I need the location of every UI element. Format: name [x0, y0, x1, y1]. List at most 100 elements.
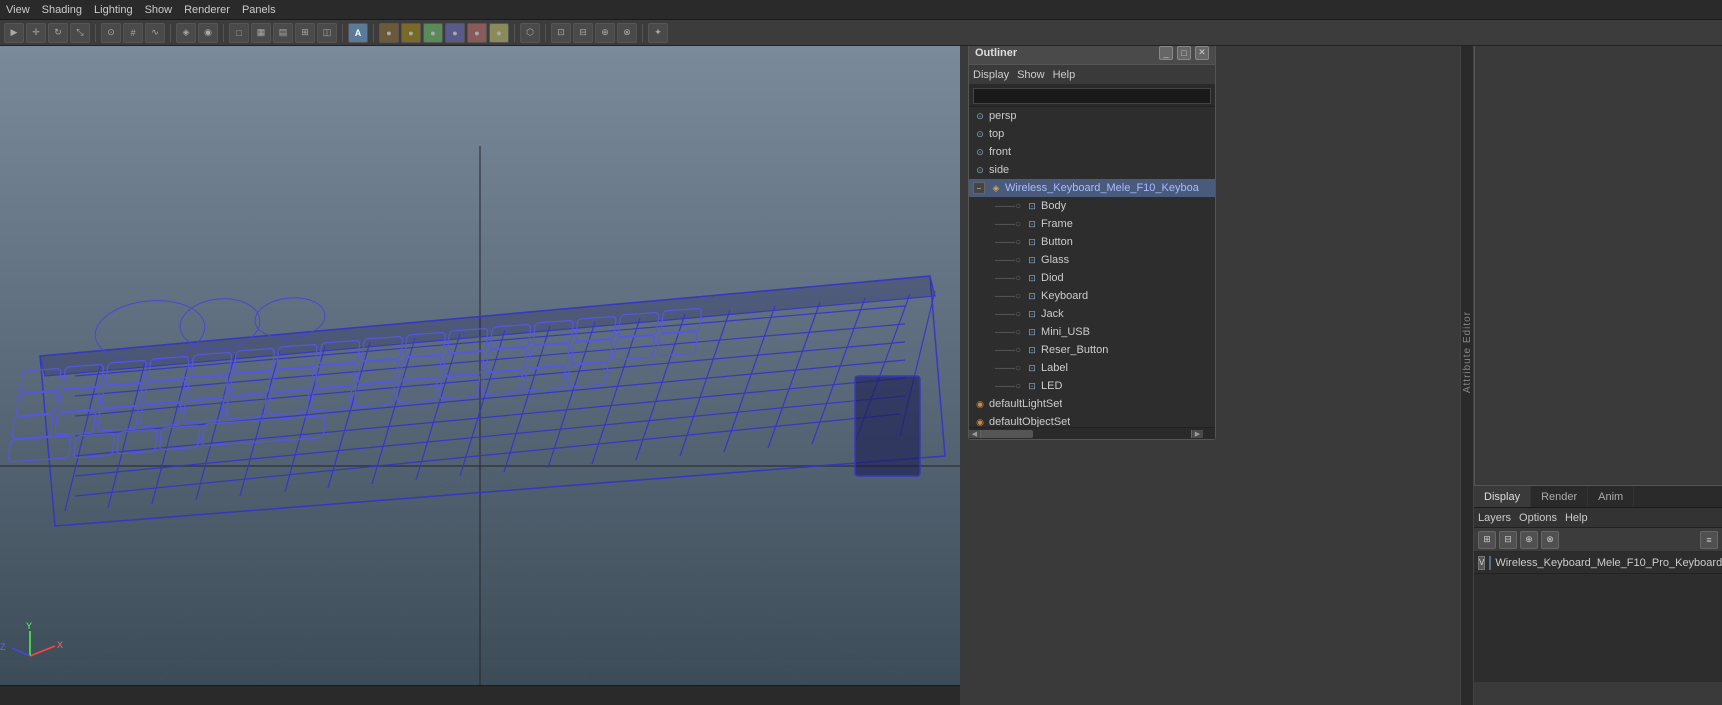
outliner-item[interactable]: ——○⊡Diod	[969, 269, 1215, 287]
toolbar-btn-extra[interactable]: ✦	[648, 23, 668, 43]
layer-toolbar-btn-2[interactable]: ⊟	[1499, 531, 1517, 549]
outliner-item[interactable]: ——○⊡Reser_Button	[969, 341, 1215, 359]
viewport[interactable]: X Y Z	[0, 46, 960, 705]
toolbar-btn-obj[interactable]: ⬡	[520, 23, 540, 43]
toolbar-btn-grid[interactable]: #	[123, 23, 143, 43]
item-label: Body	[1041, 200, 1066, 212]
toolbar-btn-light2[interactable]: ●	[401, 23, 421, 43]
outliner-item[interactable]: ——○⊡Glass	[969, 251, 1215, 269]
layer-editor-toolbar: ⊞ ⊟ ⊕ ⊗ ≡	[1474, 528, 1722, 552]
outliner-content[interactable]: ⊙persp⊙top⊙front⊙side−◈Wireless_Keyboard…	[969, 107, 1215, 427]
toolbar-btn-light3[interactable]: ●	[423, 23, 443, 43]
toolbar-btn-snap[interactable]: ⊙	[101, 23, 121, 43]
layer-list[interactable]: VWireless_Keyboard_Mele_F10_Pro_Keyboard…	[1474, 552, 1722, 682]
outliner-item[interactable]: ——○⊡Keyboard	[969, 287, 1215, 305]
toolbar-btn-ui3[interactable]: ▤	[273, 23, 293, 43]
toolbar-sep-2	[170, 24, 171, 42]
toolbar-btn-light6[interactable]: ●	[489, 23, 509, 43]
menu-show[interactable]: Show	[145, 4, 173, 16]
layer-visibility[interactable]	[1489, 556, 1491, 570]
item-label: Frame	[1041, 218, 1073, 230]
menu-renderer[interactable]: Renderer	[184, 4, 230, 16]
outliner-item[interactable]: −◈Wireless_Keyboard_Mele_F10_Keyboa	[969, 179, 1215, 197]
outliner-close-btn[interactable]: ✕	[1195, 46, 1209, 60]
outliner-item[interactable]: ⊙front	[969, 143, 1215, 161]
right-panel: Channel Box / Layer Editor _ □ Channels …	[1474, 0, 1722, 705]
toolbar-btn-light5[interactable]: ●	[467, 23, 487, 43]
item-label: LED	[1041, 380, 1062, 392]
outliner-item[interactable]: ⊙top	[969, 125, 1215, 143]
toolbar-btn-scale[interactable]: ⤡	[70, 23, 90, 43]
layer-editor-tabs: Display Render Anim	[1474, 486, 1722, 508]
menu-view[interactable]: View	[6, 4, 30, 16]
outliner-item[interactable]: ——○⊡Label	[969, 359, 1215, 377]
layer-item[interactable]: VWireless_Keyboard_Mele_F10_Pro_Keyboard…	[1474, 552, 1722, 574]
toolbar-btn-light1[interactable]: ●	[379, 23, 399, 43]
mesh-icon: ⊡	[1025, 253, 1039, 267]
outliner-item[interactable]: ⊙persp	[969, 107, 1215, 125]
layer-toolbar-btn-1[interactable]: ⊞	[1478, 531, 1496, 549]
item-label: defaultLightSet	[989, 398, 1062, 410]
item-label: front	[989, 146, 1011, 158]
outliner-item[interactable]: ——○⊡Body	[969, 197, 1215, 215]
toolbar-btn-cam4[interactable]: ⊗	[617, 23, 637, 43]
toolbar-btn-move[interactable]: ✛	[26, 23, 46, 43]
toolbar-btn-ui4[interactable]: ⊞	[295, 23, 315, 43]
menu-shading[interactable]: Shading	[42, 4, 82, 16]
outliner-item[interactable]: ——○⊡LED	[969, 377, 1215, 395]
toolbar-btn-rotate[interactable]: ↻	[48, 23, 68, 43]
toolbar-btn-ipr[interactable]: ◉	[198, 23, 218, 43]
outliner-menu-help[interactable]: Help	[1053, 69, 1076, 81]
outliner-search-input[interactable]	[973, 88, 1211, 104]
toolbar-btn-cam[interactable]: ⊡	[551, 23, 571, 43]
layer-menu-help[interactable]: Help	[1565, 512, 1588, 524]
connector: ——○	[995, 255, 1021, 266]
item-label: Reser_Button	[1041, 344, 1108, 356]
layer-menu-options[interactable]: Options	[1519, 512, 1557, 524]
layer-editor-menubar: Layers Options Help	[1474, 508, 1722, 528]
connector: ——○	[995, 273, 1021, 284]
layer-checkbox[interactable]: V	[1478, 556, 1485, 570]
toolbar-btn-light4[interactable]: ●	[445, 23, 465, 43]
outliner-menu-show[interactable]: Show	[1017, 69, 1045, 81]
toolbar-btn-curve[interactable]: ∿	[145, 23, 165, 43]
outliner-item[interactable]: ——○⊡Button	[969, 233, 1215, 251]
layer-menu-layers[interactable]: Layers	[1478, 512, 1511, 524]
layer-toolbar-btn-5[interactable]: ≡	[1700, 531, 1718, 549]
toolbar-btn-cam3[interactable]: ⊕	[595, 23, 615, 43]
outliner-item[interactable]: ——○⊡Jack	[969, 305, 1215, 323]
layer-toolbar-btn-4[interactable]: ⊗	[1541, 531, 1559, 549]
outliner-item[interactable]: ——○⊡Frame	[969, 215, 1215, 233]
outliner-item[interactable]: ——○⊡Mini_USB	[969, 323, 1215, 341]
attribute-editor-tab[interactable]: Attribute Editor	[1460, 0, 1474, 705]
outliner-maximize-btn[interactable]: □	[1177, 46, 1191, 60]
status-bar	[0, 685, 960, 705]
toolbar-btn-ui2[interactable]: ▦	[251, 23, 271, 43]
outliner-title: Outliner	[975, 47, 1017, 59]
toolbar-btn-cam2[interactable]: ⊟	[573, 23, 593, 43]
layer-tab-anim[interactable]: Anim	[1588, 486, 1634, 507]
outliner-minimize-btn[interactable]: _	[1159, 46, 1173, 60]
outliner-scrollbar-h[interactable]: ▶ ◀	[969, 427, 1215, 439]
mesh-icon: ⊡	[1025, 307, 1039, 321]
connector: ——○	[995, 237, 1021, 248]
menu-lighting[interactable]: Lighting	[94, 4, 133, 16]
toolbar-btn-render[interactable]: ◈	[176, 23, 196, 43]
outliner-item[interactable]: ⊙side	[969, 161, 1215, 179]
outliner-menu-display[interactable]: Display	[973, 69, 1009, 81]
outliner-item[interactable]: ◉defaultLightSet	[969, 395, 1215, 413]
outliner-item[interactable]: ◉defaultObjectSet	[969, 413, 1215, 427]
camera-icon: ⊙	[973, 163, 987, 177]
expand-icon[interactable]: −	[973, 182, 985, 194]
layer-tab-render[interactable]: Render	[1531, 486, 1588, 507]
toolbar-btn-ui5[interactable]: ◫	[317, 23, 337, 43]
layer-toolbar-btn-3[interactable]: ⊕	[1520, 531, 1538, 549]
item-label: Keyboard	[1041, 290, 1088, 302]
group-icon: ◈	[989, 181, 1003, 195]
toolbar-sep-6	[514, 24, 515, 42]
menu-panels[interactable]: Panels	[242, 4, 276, 16]
layer-tab-display[interactable]: Display	[1474, 486, 1531, 507]
toolbar-btn-ui1[interactable]: □	[229, 23, 249, 43]
toolbar-btn-a[interactable]: A	[348, 23, 368, 43]
toolbar-btn-select[interactable]: ▶	[4, 23, 24, 43]
